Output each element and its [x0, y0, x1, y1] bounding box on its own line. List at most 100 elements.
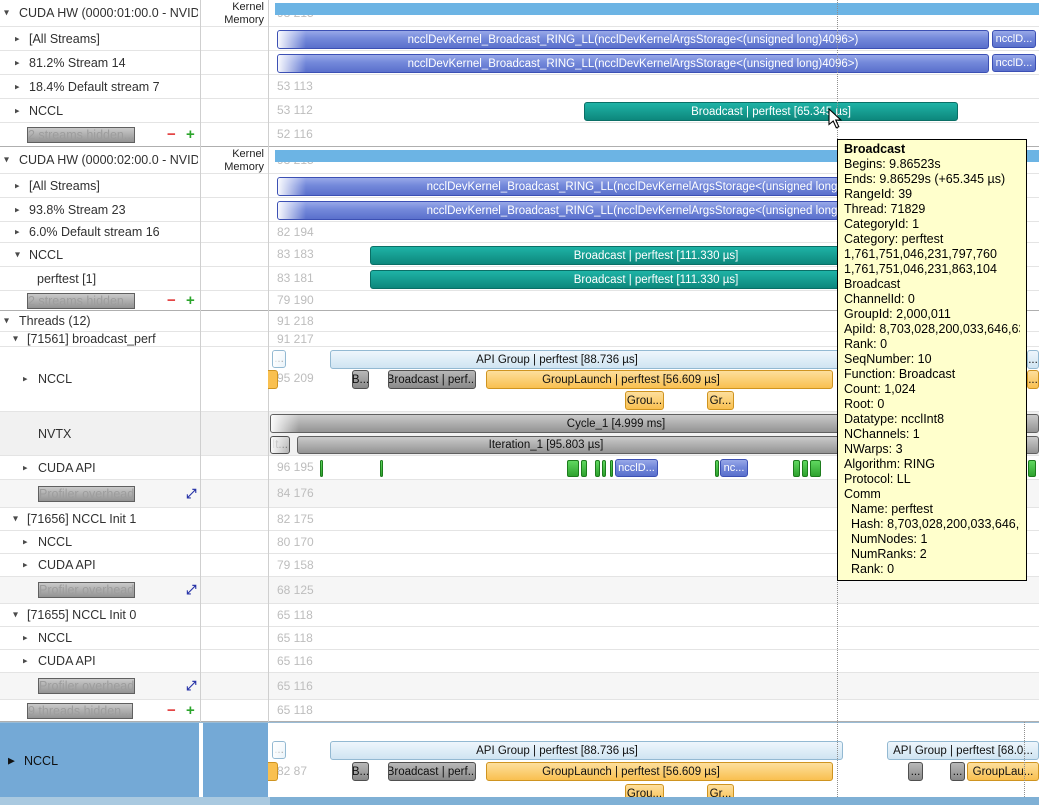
- green-event-bar[interactable]: [810, 460, 821, 477]
- horizontal-scrollbar[interactable]: [0, 797, 1039, 805]
- tree-row[interactable]: ▸18.4% Default stream 7: [0, 75, 1039, 99]
- oedge-event-bar[interactable]: [268, 762, 278, 781]
- lb-event-bar[interactable]: API Group | perftest [88.736 µs]: [330, 350, 843, 369]
- tree-item-label: [71655] NCCL Init 0: [27, 608, 136, 622]
- expander-icon[interactable]: ▸: [15, 106, 20, 115]
- gchip-event-bar[interactable]: ...: [908, 762, 923, 781]
- green-event-bar[interactable]: [380, 460, 383, 477]
- tree-row[interactable]: 9 threads hidden...−+: [0, 700, 1039, 722]
- show-stream-icon[interactable]: +: [186, 294, 195, 308]
- event-tooltip: Broadcast Begins: 9.86523sEnds: 9.86529s…: [837, 139, 1027, 581]
- gchip-event-bar[interactable]: Broadcast | perf...: [388, 370, 476, 389]
- oedge-event-bar[interactable]: [268, 370, 278, 389]
- scrollbar-thumb[interactable]: [270, 797, 1039, 805]
- expander-icon[interactable]: ▸: [23, 375, 28, 384]
- expander-icon[interactable]: ▾: [4, 317, 9, 326]
- tree-row[interactable]: Profiler overhead⤢: [0, 577, 1039, 604]
- pinned-row-nccl[interactable]: ▶ NCCL: [0, 722, 1039, 798]
- orange-event-bar[interactable]: ...: [1027, 370, 1039, 389]
- tooltip-line: NumRanks: 2: [844, 547, 1020, 562]
- expander-icon[interactable]: ▸: [23, 634, 28, 643]
- tooltip-line: Comm: [844, 487, 1020, 502]
- expander-icon[interactable]: ▸: [15, 228, 20, 237]
- gchip-event-bar[interactable]: ...: [950, 762, 965, 781]
- tree-item-label: perftest [1]: [37, 272, 96, 286]
- expander-icon[interactable]: ▸: [23, 561, 28, 570]
- tooltip-title: Broadcast: [844, 142, 1020, 157]
- tree-row[interactable]: ▸CUDA API: [0, 650, 1039, 673]
- event-bar-label: ncclD...: [996, 33, 1033, 45]
- tree-item-label: 2 streams hidden...: [27, 127, 135, 143]
- green-event-bar[interactable]: [581, 460, 587, 477]
- gchip-event-bar[interactable]: It...: [270, 436, 290, 454]
- kernel-event-bar[interactable]: ncclDevKernel_Broadcast_RING_LL(ncclDevK…: [277, 54, 989, 73]
- event-bar-label: ncclDevKernel_Broadcast_RING_LL(ncclDevK…: [427, 205, 878, 217]
- gchip-event-bar[interactable]: B...: [352, 762, 369, 781]
- expander-icon[interactable]: ▸: [15, 181, 20, 190]
- event-bar-label: ncclD...: [618, 462, 655, 474]
- expander-icon[interactable]: ▾: [4, 156, 9, 165]
- orange-event-bar[interactable]: Gr...: [707, 391, 734, 410]
- tooltip-line: CategoryId: 1: [844, 217, 1020, 232]
- event-bar-label: nc...: [724, 462, 745, 474]
- expander-icon[interactable]: ▾: [13, 611, 18, 620]
- lbchip-event-bar[interactable]: ...: [272, 350, 286, 368]
- expander-icon[interactable]: ▸: [23, 538, 28, 547]
- green-event-bar[interactable]: [320, 460, 323, 477]
- expander-icon[interactable]: ▸: [15, 205, 20, 214]
- kchip-event-bar[interactable]: nc...: [720, 459, 748, 477]
- tree-column-divider[interactable]: [200, 0, 201, 722]
- expander-icon[interactable]: ▸: [23, 463, 28, 472]
- lb-event-bar[interactable]: API Group | perftest [88.736 µs]: [330, 741, 843, 760]
- expander-icon[interactable]: ▾: [4, 9, 9, 18]
- kernel-event-bar[interactable]: ncclDevKernel_Broadcast_RING_LL(ncclDevK…: [277, 30, 989, 49]
- orange-event-bar[interactable]: GroupLaunch | perftest [56.609 µs]: [486, 370, 833, 389]
- green-event-bar[interactable]: [567, 460, 579, 477]
- expand-external-icon[interactable]: ⤢: [186, 486, 196, 502]
- green-event-bar[interactable]: [793, 460, 800, 477]
- row-value-count: 83 183: [277, 247, 314, 261]
- orange-event-bar[interactable]: GroupLaunch | perftest [56.609 µs]: [486, 762, 833, 781]
- green-event-bar[interactable]: [802, 460, 808, 477]
- gchip-event-bar[interactable]: B...: [352, 370, 369, 389]
- teal-event-bar[interactable]: Broadcast | perftest [65.345 µs]: [584, 102, 958, 121]
- green-event-bar[interactable]: [715, 460, 719, 477]
- expander-icon[interactable]: ▾: [15, 250, 20, 259]
- hide-stream-icon[interactable]: −: [167, 704, 176, 718]
- kchip-event-bar[interactable]: ncclD...: [992, 54, 1036, 72]
- kchip-event-bar[interactable]: ncclD...: [615, 459, 658, 477]
- show-stream-icon[interactable]: +: [186, 128, 195, 142]
- lbchip-event-bar[interactable]: ...: [272, 741, 286, 759]
- tree-row[interactable]: Profiler overhead⤢: [0, 673, 1039, 700]
- green-event-bar[interactable]: [595, 460, 600, 477]
- value-column-divider[interactable]: [268, 0, 269, 722]
- hide-stream-icon[interactable]: −: [167, 294, 176, 308]
- expander-icon[interactable]: ▶: [8, 756, 15, 765]
- lb-event-bar[interactable]: API Group | perftest [68.0...: [887, 741, 1039, 760]
- tree-row[interactable]: ▸NCCL: [0, 627, 1039, 650]
- orange-event-bar[interactable]: GroupLau...: [967, 762, 1039, 781]
- event-bar-label: ...: [1028, 354, 1038, 366]
- expander-icon[interactable]: ▸: [15, 34, 20, 43]
- green-event-bar[interactable]: [602, 460, 606, 477]
- gchip-event-bar[interactable]: Broadcast | perf...: [388, 762, 476, 781]
- orange-event-bar[interactable]: Grou...: [625, 391, 664, 410]
- tree-row[interactable]: ▾ [71655] NCCL Init 0: [0, 604, 1039, 627]
- expander-icon[interactable]: ▸: [23, 657, 28, 666]
- green-event-bar[interactable]: [610, 460, 613, 477]
- show-stream-icon[interactable]: +: [186, 704, 195, 718]
- lb-event-bar[interactable]: ...: [1027, 350, 1039, 369]
- expander-icon[interactable]: ▸: [15, 82, 20, 91]
- kchip-event-bar[interactable]: ncclD...: [992, 30, 1036, 48]
- expand-external-icon[interactable]: ⤢: [186, 678, 196, 694]
- hw-event-bar[interactable]: [275, 3, 1039, 15]
- expand-external-icon[interactable]: ⤢: [186, 582, 196, 598]
- expander-icon[interactable]: ▾: [13, 335, 18, 344]
- row-value-count: 65 118: [277, 703, 313, 717]
- expander-icon[interactable]: ▸: [15, 58, 20, 67]
- kernel-memory-column-label: KernelMemory: [194, 148, 264, 173]
- green-event-bar[interactable]: [1028, 460, 1036, 477]
- tooltip-line: Count: 1,024: [844, 382, 1020, 397]
- expander-icon[interactable]: ▾: [13, 515, 18, 524]
- hide-stream-icon[interactable]: −: [167, 128, 176, 142]
